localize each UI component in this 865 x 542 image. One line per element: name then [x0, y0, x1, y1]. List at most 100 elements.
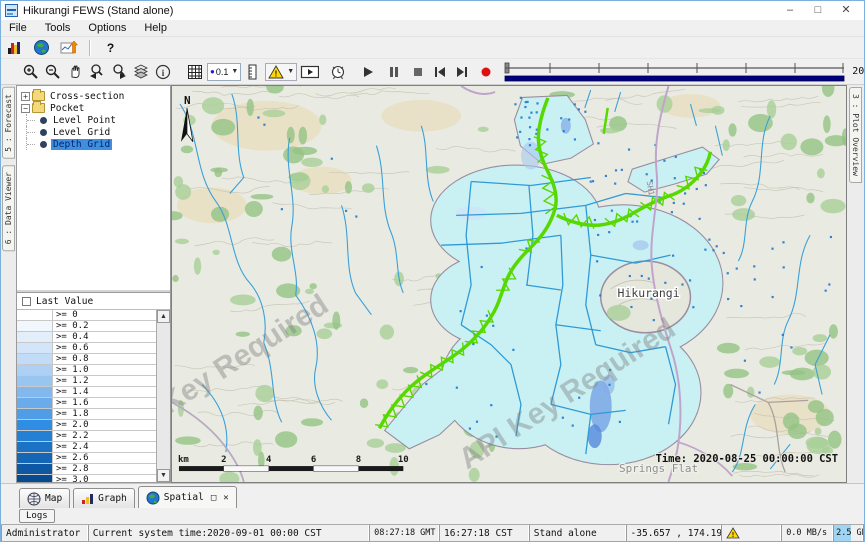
layers-icon[interactable]: [131, 61, 151, 82]
close-button[interactable]: ✕: [832, 2, 860, 19]
tree-item-label[interactable]: Cross-section: [48, 91, 126, 102]
color-swatch: [17, 332, 53, 342]
info-icon[interactable]: i: [153, 61, 173, 82]
tree-item-label[interactable]: Level Point: [51, 115, 118, 126]
color-swatch: [17, 409, 53, 419]
zoom-previous-icon[interactable]: [87, 61, 107, 82]
stop-button[interactable]: [410, 61, 426, 82]
classification-dot-icon: ●: [210, 67, 215, 76]
tree-connector: [26, 114, 38, 126]
spatial-map[interactable]: API Key Required API Key Required Hikura…: [172, 86, 846, 482]
maximize-button[interactable]: □: [804, 2, 832, 19]
map-display-icon[interactable]: [31, 37, 52, 58]
zoom-next-icon[interactable]: [109, 61, 129, 82]
thresholds-dropdown[interactable]: ! ▼: [265, 63, 297, 81]
menu-tools[interactable]: Tools: [43, 21, 73, 35]
time-slider[interactable]: [504, 61, 846, 83]
legend-panel: Last Value >= 0 >= 0.2 >= 0.4 >= 0.6 >= …: [17, 292, 170, 482]
tab-graph[interactable]: Graph: [73, 488, 135, 508]
tab-close-icon[interactable]: ✕: [223, 493, 228, 503]
zoom-in-icon[interactable]: [21, 61, 41, 82]
vertical-scale-icon[interactable]: [243, 61, 263, 82]
legend-entry: >= 1.4: [17, 387, 156, 398]
tree-item-cross-section[interactable]: + Cross-section: [21, 90, 170, 102]
skip-to-end-button[interactable]: [454, 61, 470, 82]
tab-data-viewer[interactable]: 6 : Data Viewer: [2, 165, 15, 251]
tab-map-label: Map: [45, 493, 62, 504]
color-swatch: [17, 376, 53, 386]
svg-text:2: 2: [221, 455, 226, 465]
legend-entry: >= 2.0: [17, 420, 156, 431]
legend-entry: >= 2.6: [17, 453, 156, 464]
menu-options[interactable]: Options: [86, 21, 128, 35]
skip-to-start-button[interactable]: [432, 61, 448, 82]
help-button[interactable]: ?: [100, 37, 121, 58]
svg-text:8: 8: [356, 455, 361, 465]
tab-spatial[interactable]: Spatial □ ✕: [138, 486, 237, 508]
legend-table: >= 0 >= 0.2 >= 0.4 >= 0.6 >= 0.8 >= 1.0 …: [17, 310, 156, 482]
svg-text:km: km: [178, 455, 189, 465]
timer-clock-icon[interactable]: [328, 61, 348, 82]
node-bullet-icon: [40, 141, 47, 148]
zoom-out-icon[interactable]: [43, 61, 63, 82]
map-viewport[interactable]: API Key Required API Key Required Hikura…: [171, 85, 847, 483]
node-bullet-icon: [40, 117, 47, 124]
filters-tree: + Cross-section − Pocket Level Point: [17, 86, 170, 292]
tab-spatial-label: Spatial: [164, 492, 204, 503]
color-swatch: [17, 442, 53, 452]
tab-forecast[interactable]: 5 : Forecast: [2, 87, 15, 159]
logs-button[interactable]: Logs: [19, 509, 55, 523]
expand-plus-icon[interactable]: +: [21, 92, 30, 101]
legend-scrollbar[interactable]: ▲ ▼: [156, 310, 170, 482]
menu-file[interactable]: File: [7, 21, 29, 35]
classification-dropdown[interactable]: ● 0.1 ▼: [207, 63, 241, 81]
scroll-up-icon[interactable]: ▲: [157, 310, 170, 323]
table-grid-icon[interactable]: [185, 61, 205, 82]
tree-item-level-grid[interactable]: Level Grid: [21, 126, 170, 138]
tab-restore-icon[interactable]: □: [211, 493, 216, 503]
timeline-date: 2020-08-25 00:00:00 CST: [852, 66, 865, 77]
record-button[interactable]: [478, 61, 494, 82]
play-button[interactable]: [360, 61, 376, 82]
globe-icon: [146, 491, 160, 505]
legend-entry: >= 2.8: [17, 464, 156, 475]
color-swatch: [17, 321, 53, 331]
status-warning-cell[interactable]: !: [722, 525, 782, 541]
app-window: Hikurangi FEWS (Stand alone) – □ ✕ File …: [0, 0, 865, 542]
minimize-button[interactable]: –: [776, 2, 804, 19]
color-swatch: [17, 343, 53, 353]
warning-triangle-icon: !: [268, 65, 284, 79]
tree-item-label-selected[interactable]: Depth Grid: [51, 139, 112, 150]
folder-icon: [32, 91, 45, 101]
tree-item-label[interactable]: Pocket: [48, 103, 86, 114]
app-logo-icon: [5, 4, 18, 17]
tree-item-level-point[interactable]: Level Point: [21, 114, 170, 126]
grid-display-icon[interactable]: [4, 37, 25, 58]
status-local-time: 16:27:18 CST: [440, 525, 530, 541]
tree-item-label[interactable]: Level Grid: [51, 127, 112, 138]
timeseries-display-icon[interactable]: [58, 37, 79, 58]
menu-help[interactable]: Help: [142, 21, 169, 35]
color-swatch: [17, 398, 53, 408]
pause-button[interactable]: [386, 61, 402, 82]
color-swatch: [17, 431, 53, 441]
tab-plot-overview[interactable]: 3 : Plot Overview: [849, 87, 862, 183]
legend-entry: >= 0.4: [17, 332, 156, 343]
color-swatch: [17, 387, 53, 397]
tree-item-depth-grid[interactable]: Depth Grid: [21, 138, 170, 150]
status-memory: 2.5 GB: [834, 525, 864, 541]
pan-hand-icon[interactable]: [65, 61, 85, 82]
tree-item-pocket[interactable]: − Pocket: [21, 102, 170, 114]
last-value-checkbox[interactable]: [22, 297, 31, 306]
main-area: 5 : Forecast 6 : Data Viewer + Cross-sec…: [1, 85, 864, 483]
animation-icon[interactable]: [299, 61, 320, 82]
scroll-down-icon[interactable]: ▼: [157, 469, 170, 482]
tab-map[interactable]: Map: [19, 488, 70, 508]
svg-text:N: N: [184, 94, 191, 107]
svg-text:10: 10: [398, 455, 409, 465]
legend-header: Last Value: [17, 293, 170, 310]
window-title: Hikurangi FEWS (Stand alone): [23, 5, 173, 17]
collapse-minus-icon[interactable]: −: [21, 104, 30, 113]
legend-entry: >= 1.8: [17, 409, 156, 420]
title-bar: Hikurangi FEWS (Stand alone) – □ ✕: [1, 1, 864, 20]
